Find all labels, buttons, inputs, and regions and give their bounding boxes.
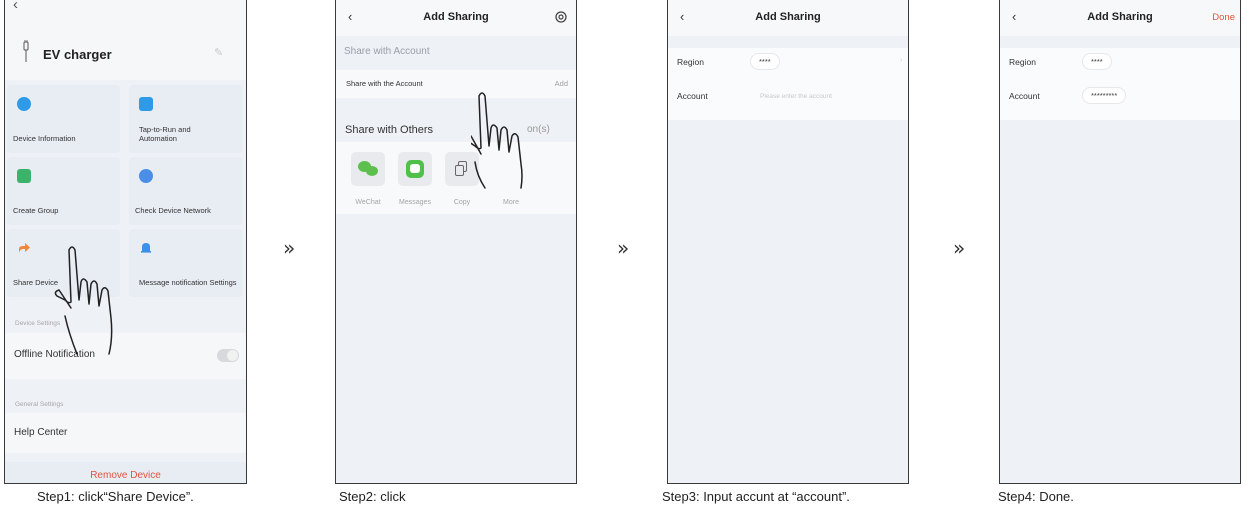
more-icon — [494, 152, 528, 186]
copy-icon — [445, 152, 479, 186]
info-icon — [17, 97, 31, 111]
tile-message-notification[interactable]: Message notification Settings — [129, 229, 242, 297]
account-input[interactable]: ********* — [1082, 87, 1127, 104]
tile-tap-to-run[interactable]: Tap-to-Run and Automation — [129, 85, 242, 153]
network-icon — [139, 169, 153, 183]
region-label: Region — [1009, 57, 1036, 67]
account-input[interactable]: Please enter the account — [760, 93, 832, 100]
step-arrow: » — [283, 236, 296, 260]
nav-bar: ‹ Add Sharing — [668, 0, 908, 36]
page-title: Add Sharing — [755, 11, 821, 23]
nav-bar: ‹ Add Sharing — [336, 0, 576, 36]
bell-icon — [141, 243, 151, 253]
share-with-account-row[interactable]: Share with the Account Add — [336, 70, 576, 98]
share-more[interactable]: More — [491, 152, 531, 206]
sharing-form — [668, 48, 908, 120]
back-icon[interactable]: ‹ — [13, 0, 18, 13]
screen-add-sharing-done: ‹ Add Sharing Done Region **** Account *… — [999, 0, 1241, 484]
step3-caption: Step3: Input accunt at “account”. — [662, 489, 850, 504]
offline-notification-row: Offline Notification — [5, 333, 246, 379]
gear-icon[interactable] — [554, 10, 568, 24]
tile-label: Device Information — [13, 134, 76, 143]
plug-icon — [23, 40, 29, 62]
general-settings-label: General Settings — [15, 401, 64, 408]
share-with-others-heading: Share with Others — [345, 124, 434, 136]
screen-device-panel: ‹ EV charger ✎ Device Information Tap-to… — [4, 0, 247, 484]
tile-device-information[interactable]: Device Information — [7, 85, 120, 153]
step4-caption: Step4: Done. — [998, 489, 1074, 504]
share-with-others-suffix: on(s) — [527, 124, 550, 135]
tile-label: Create Group — [13, 206, 59, 215]
check-shield-icon — [139, 97, 153, 111]
step2-caption: Step2: click — [339, 489, 406, 504]
done-button[interactable]: Done — [1212, 12, 1235, 23]
region-selector[interactable]: **** — [1082, 53, 1112, 70]
account-label: Account — [1009, 91, 1040, 101]
share-label: Messages — [399, 199, 431, 206]
step-arrow: » — [953, 236, 966, 260]
share-icon — [19, 243, 30, 253]
page-title: Add Sharing — [1087, 11, 1153, 23]
screen-add-sharing-input: ‹ Add Sharing Region **** › Account Plea… — [667, 0, 909, 484]
share-label: More — [503, 199, 519, 206]
device-header — [5, 0, 246, 80]
messages-icon — [398, 152, 432, 186]
nav-bar: ‹ Add Sharing Done — [1000, 0, 1240, 36]
share-messages[interactable]: Messages — [395, 152, 435, 206]
help-center-label: Help Center — [14, 427, 68, 438]
device-settings-label: Device Settings — [15, 320, 61, 327]
account-label: Account — [677, 91, 708, 101]
add-link[interactable]: Add — [555, 79, 568, 88]
device-title: EV charger — [43, 47, 112, 62]
region-selector[interactable]: **** — [750, 53, 780, 70]
chevron-right-icon: › — [900, 57, 903, 64]
group-icon — [17, 169, 31, 183]
tile-share-device[interactable]: Share Device — [7, 229, 120, 297]
tile-create-group[interactable]: Create Group — [7, 157, 120, 225]
offline-notification-toggle[interactable] — [217, 349, 239, 362]
tile-label: Message notification Settings — [139, 278, 237, 287]
wechat-icon — [351, 152, 385, 186]
share-with-account-heading: Share with Account — [344, 46, 430, 57]
region-label: Region — [677, 57, 704, 67]
help-center-row[interactable]: Help Center — [5, 413, 246, 453]
screen-add-sharing: ‹ Add Sharing Share with Account Share w… — [335, 0, 577, 484]
page-title: Add Sharing — [423, 11, 489, 23]
offline-notification-label: Offline Notification — [14, 349, 95, 360]
tile-label: Check Device Network — [135, 206, 211, 215]
instruction-stage: ‹ EV charger ✎ Device Information Tap-to… — [0, 0, 1243, 511]
tile-label: Share Device — [13, 278, 59, 287]
edit-icon[interactable]: ✎ — [214, 46, 223, 59]
step-arrow: » — [617, 236, 630, 260]
share-wechat[interactable]: WeChat — [348, 152, 388, 206]
share-label: Copy — [453, 199, 471, 206]
share-with-account-label: Share with the Account — [346, 79, 423, 88]
sharing-form — [1000, 48, 1240, 120]
share-label: WeChat — [355, 199, 381, 206]
share-copy[interactable]: Copy — [442, 152, 482, 206]
tile-label: Tap-to-Run and Automation — [139, 125, 191, 143]
remove-device-button[interactable]: Remove Device — [5, 462, 246, 483]
tile-check-network[interactable]: Check Device Network — [129, 157, 242, 225]
step1-caption: Step1: click“Share Device”. — [37, 489, 194, 504]
